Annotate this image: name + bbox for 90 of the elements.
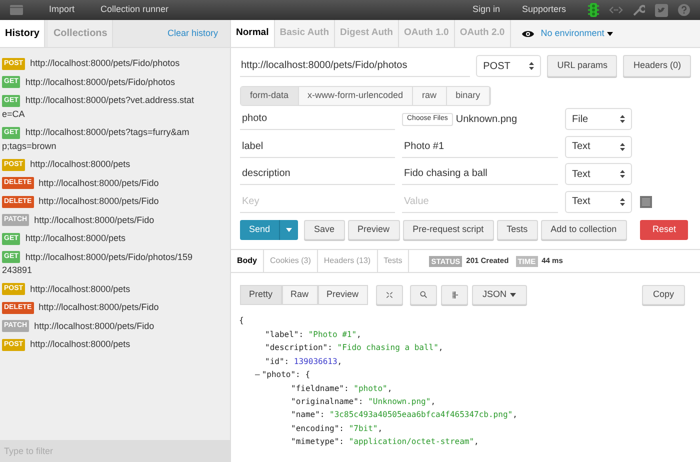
request-action-button[interactable]: Tests <box>496 220 538 240</box>
json-value: 139036613 <box>294 356 338 368</box>
json-value: { <box>305 369 310 382</box>
code-icon[interactable] <box>609 6 623 14</box>
type-select[interactable]: Text <box>565 163 632 186</box>
send-split-button[interactable]: Send <box>240 220 298 240</box>
json-comma: , <box>430 396 436 408</box>
json-key: "fieldname": <box>291 382 349 395</box>
view-mode-button[interactable]: Raw <box>282 284 318 304</box>
caret-icon <box>607 32 614 36</box>
json-key: "photo": <box>262 369 300 382</box>
json-comma: , <box>378 422 383 435</box>
eye-icon <box>522 30 534 38</box>
type-select[interactable]: POST <box>476 55 542 77</box>
traffic-light-icon[interactable] <box>588 3 599 17</box>
type-select[interactable]: Text <box>565 136 632 158</box>
json-key: "name": <box>291 409 325 422</box>
wrap-lines-icon <box>450 290 458 300</box>
json-comma: , <box>512 409 518 422</box>
bird-icon[interactable] <box>655 4 668 16</box>
search-icon <box>420 289 427 300</box>
menu-item[interactable]: Collection runner <box>100 3 169 17</box>
body-mode-tab[interactable]: form-data <box>241 87 299 105</box>
json-key: "originalname": <box>291 396 364 408</box>
header-link[interactable]: Sign in <box>472 3 500 17</box>
request-action-button[interactable]: Pre-request script <box>402 220 494 240</box>
json-value: "7bit" <box>348 422 378 435</box>
format-dropdown[interactable]: JSON <box>472 284 527 304</box>
json-comma: , <box>438 342 444 354</box>
folder-icon[interactable] <box>10 5 23 15</box>
select-arrows-icon <box>529 62 534 70</box>
select-arrows-icon <box>620 170 625 178</box>
json-comma: , <box>474 436 479 448</box>
help-icon[interactable] <box>678 4 690 16</box>
search-button[interactable] <box>410 284 437 304</box>
json-key: "label": <box>265 329 304 342</box>
json-comma: , <box>387 382 392 395</box>
caret-icon <box>510 292 516 296</box>
request-action-button[interactable]: Save <box>304 220 345 240</box>
type-select[interactable]: File <box>565 108 632 130</box>
json-value: "photo" <box>354 382 388 395</box>
wrench-icon[interactable] <box>633 4 645 16</box>
json-value: "Fido chasing a ball" <box>337 342 438 354</box>
wrap-button[interactable] <box>440 284 468 304</box>
request-option-button[interactable]: URL params <box>547 55 618 77</box>
key-field[interactable]: Key <box>240 190 395 213</box>
view-mode-button[interactable]: Preview <box>318 284 368 304</box>
value-field[interactable]: Fido chasing a ball <box>402 163 558 186</box>
header-link[interactable]: Supporters <box>522 3 566 17</box>
response-tab[interactable]: Body <box>231 250 264 272</box>
json-comma: , <box>337 356 342 368</box>
json-value: "3c85c493a40505eaa6bfca4f465347cb.png" <box>330 409 513 422</box>
select-arrows-icon <box>620 115 625 124</box>
json-key: "id": <box>265 356 290 368</box>
menu-item[interactable]: Import <box>49 3 75 17</box>
file-name: Unknown.png <box>456 112 518 127</box>
request-option-button[interactable]: Headers (0) <box>623 55 691 77</box>
value-field[interactable]: Value <box>402 190 558 213</box>
select-arrows-icon <box>620 198 625 206</box>
expand-button[interactable] <box>376 284 403 304</box>
send-caret-icon <box>286 228 292 232</box>
json-value: "Unknown.png" <box>368 396 431 408</box>
reset-button[interactable]: Reset <box>640 220 688 240</box>
body-mode-tab[interactable]: raw <box>413 87 447 105</box>
copy-button[interactable]: Copy <box>642 284 685 304</box>
auth-tab[interactable]: Normal <box>231 20 275 47</box>
type-select[interactable]: Text <box>565 190 632 213</box>
key-field[interactable]: description <box>240 163 395 186</box>
body-mode-tab[interactable]: x-www-form-urlencoded <box>298 87 414 105</box>
send-label[interactable]: Send <box>240 220 280 240</box>
key-field[interactable]: photo <box>240 108 395 130</box>
request-action-button[interactable]: Add to collection <box>540 220 627 240</box>
json-value: "application/octet-stream" <box>348 436 474 448</box>
select-arrows-icon <box>620 142 625 151</box>
json-key: "encoding": <box>291 422 344 435</box>
view-mode-button[interactable]: Pretty <box>240 284 282 304</box>
key-field[interactable]: label <box>240 136 395 158</box>
sidebar-tab[interactable]: History <box>0 20 46 47</box>
request-action-button[interactable]: Preview <box>348 220 400 240</box>
collapse-toggle[interactable]: – <box>255 369 260 382</box>
json-value: "Photo #1" <box>308 329 357 342</box>
value-field[interactable]: Photo #1 <box>402 136 558 158</box>
expand-icon <box>386 290 393 300</box>
bulk-edit-icon[interactable] <box>640 196 652 208</box>
json-brace: { <box>239 315 244 327</box>
url-field[interactable]: http://localhost:8000/pets/Fido/photos <box>240 55 470 77</box>
json-key: "mimetype": <box>291 436 344 448</box>
json-comma: , <box>356 329 362 342</box>
json-key: "description": <box>265 342 332 354</box>
body-mode-tab[interactable]: binary <box>446 87 490 105</box>
